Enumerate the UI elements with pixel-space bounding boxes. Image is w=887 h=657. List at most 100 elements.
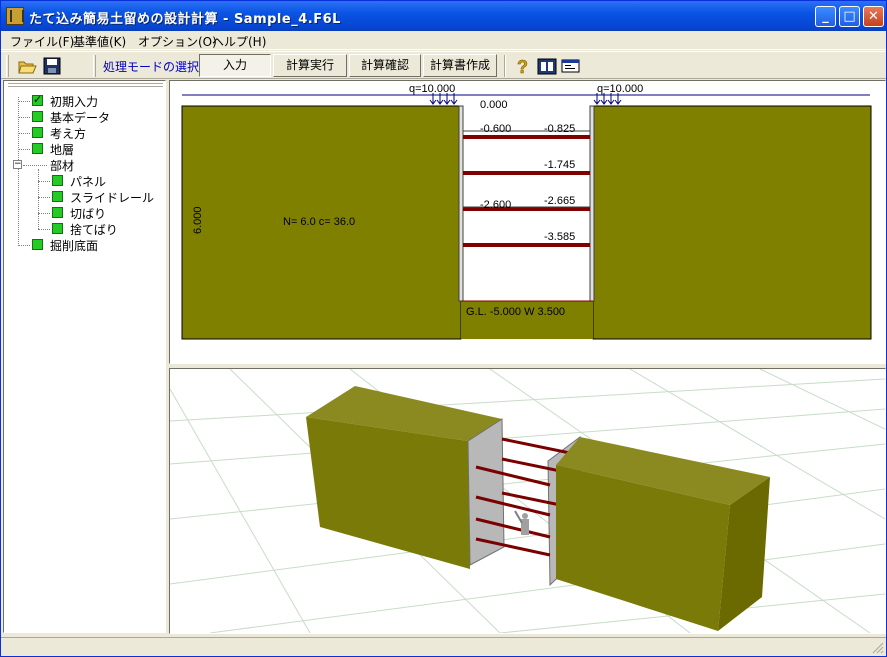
panel-left — [458, 105, 464, 302]
book-icon — [537, 58, 557, 75]
tree-item-panel[interactable]: パネル — [38, 173, 158, 189]
minimize-button[interactable]: _ — [815, 6, 836, 27]
tree-line — [38, 213, 50, 214]
open-folder-button[interactable] — [16, 55, 38, 77]
soil-block-right — [592, 105, 872, 340]
soil-params-label: N= 6.0 c= 36.0 — [283, 216, 355, 228]
tree-item-label: 考え方 — [50, 127, 87, 141]
strut-1 — [463, 135, 590, 139]
section-view[interactable]: q=10.000 q=10.000 0.000 -0.600 -0.825 -1… — [169, 80, 886, 364]
tree-item-label: スライドレール — [70, 191, 155, 205]
tree-item-label: 掘削底面 — [50, 239, 99, 253]
menu-standard[interactable]: 基準値(K) — [73, 33, 126, 50]
strut-4 — [463, 243, 590, 247]
toolbar-separator — [504, 55, 506, 77]
status-bar — [1, 637, 886, 656]
help-button[interactable]: ? — [512, 55, 534, 78]
top-level-label: 0.000 — [480, 99, 508, 111]
tree-item-initial-input[interactable]: 初期入力 — [18, 93, 158, 109]
toolbar-grip-2 — [93, 55, 96, 77]
tree-line — [18, 117, 30, 118]
svg-text:?: ? — [517, 57, 528, 77]
tree-item-approach[interactable]: 考え方 — [18, 125, 158, 141]
app-window: たて込み簡易土留めの設計計算 - Sample_4.F6L _ □ ✕ ファイル… — [0, 0, 887, 657]
question-icon: ? — [517, 57, 529, 78]
tree-line — [18, 101, 30, 102]
save-button[interactable] — [41, 55, 63, 77]
tree-item-members[interactable]: − 部材 — [12, 157, 158, 173]
status-square-icon — [52, 223, 63, 234]
tree-item-strut[interactable]: 切ばり — [38, 205, 158, 221]
window-title: たて込み簡易土留めの設計計算 - Sample_4.F6L — [29, 12, 341, 27]
tree-item-excavation-bottom[interactable]: 掘削底面 — [18, 237, 158, 253]
tree-item-label: 初期入力 — [50, 95, 99, 109]
panel-grip — [8, 83, 163, 87]
window-info-icon — [561, 59, 580, 73]
app-icon — [6, 7, 24, 25]
tree-item-basic-data[interactable]: 基本データ — [18, 109, 158, 125]
info-button[interactable] — [560, 55, 582, 77]
tree-line — [38, 229, 50, 230]
tree-line — [18, 245, 30, 246]
tree-item-label: パネル — [70, 175, 107, 189]
minimize-icon: _ — [822, 9, 829, 24]
mode-select-label: 処理モードの選択 — [103, 60, 200, 74]
open-folder-icon — [18, 61, 37, 74]
title-bar: たて込み簡易土留めの設計計算 - Sample_4.F6L _ □ ✕ — [1, 1, 886, 31]
tree-line — [23, 165, 47, 166]
menu-bar: ファイル(F) 基準値(K) オプション(O) ヘルプ(H) — [1, 31, 886, 50]
save-icon — [43, 57, 61, 75]
resize-grip-icon[interactable] — [870, 640, 884, 654]
strut-2 — [463, 171, 590, 175]
calculate-button[interactable]: 計算実行 — [273, 54, 347, 77]
ground-grid — [170, 369, 885, 633]
layer-depth-label: 6.000 — [192, 206, 204, 234]
menu-file[interactable]: ファイル(F) — [10, 33, 74, 50]
status-square-icon — [32, 111, 43, 122]
close-button[interactable]: ✕ — [863, 6, 884, 27]
strut-level-right-2: -1.745 — [544, 159, 575, 171]
worker-figure — [514, 510, 529, 535]
input-tree-panel: 初期入力 基本データ 考え方 地層 − 部材 パネル — [3, 80, 166, 633]
tree-item-sacrificial-beam[interactable]: 捨てばり — [38, 221, 158, 237]
menu-help[interactable]: ヘルプ(H) — [212, 33, 266, 50]
status-square-icon — [32, 127, 43, 138]
tree-item-strata[interactable]: 地層 — [18, 141, 158, 157]
tree-line — [38, 181, 50, 182]
collapse-icon[interactable]: − — [13, 160, 22, 169]
status-square-icon — [32, 239, 43, 250]
manual-button[interactable] — [536, 55, 558, 77]
status-square-icon — [52, 207, 63, 218]
strut-level-right-1: -0.825 — [544, 123, 575, 135]
check-results-button[interactable]: 計算確認 — [349, 54, 421, 77]
tree-line — [38, 197, 50, 198]
tree-line — [18, 133, 30, 134]
tree-line — [18, 149, 30, 150]
menu-options[interactable]: オプション(O) — [138, 33, 217, 50]
left-block-front — [306, 417, 470, 569]
create-report-button[interactable]: 計算書作成 — [423, 54, 497, 77]
tree-item-label: 部材 — [50, 159, 75, 173]
excavation-bottom-label: G.L. -5.000 W 3.500 — [466, 306, 565, 318]
strut-level-right-4: -3.585 — [544, 231, 575, 243]
status-square-icon — [32, 143, 43, 154]
tree-item-label: 切ばり — [70, 207, 107, 221]
strut-level-left-1: -0.600 — [480, 123, 511, 135]
panel-right — [589, 105, 595, 302]
check-icon — [32, 93, 43, 106]
status-square-icon — [52, 175, 63, 186]
section-drawing: q=10.000 q=10.000 0.000 -0.600 -0.825 -1… — [181, 83, 872, 340]
maximize-button[interactable]: □ — [839, 6, 860, 27]
tree-item-label: 基本データ — [50, 111, 111, 125]
toolbar-grip — [6, 55, 9, 77]
3d-drawing — [170, 369, 885, 633]
maximize-icon: □ — [843, 9, 856, 24]
tree-item-label: 捨てばり — [70, 223, 118, 237]
input-mode-button[interactable]: 入力 — [199, 54, 271, 77]
load-label-left: q=10.000 — [409, 83, 455, 95]
tree-item-slide-rail[interactable]: スライドレール — [38, 189, 158, 205]
strut-level-left-2: -2.600 — [480, 199, 511, 211]
status-square-icon — [52, 191, 63, 202]
close-icon: ✕ — [868, 9, 879, 24]
3d-view[interactable] — [169, 368, 886, 634]
